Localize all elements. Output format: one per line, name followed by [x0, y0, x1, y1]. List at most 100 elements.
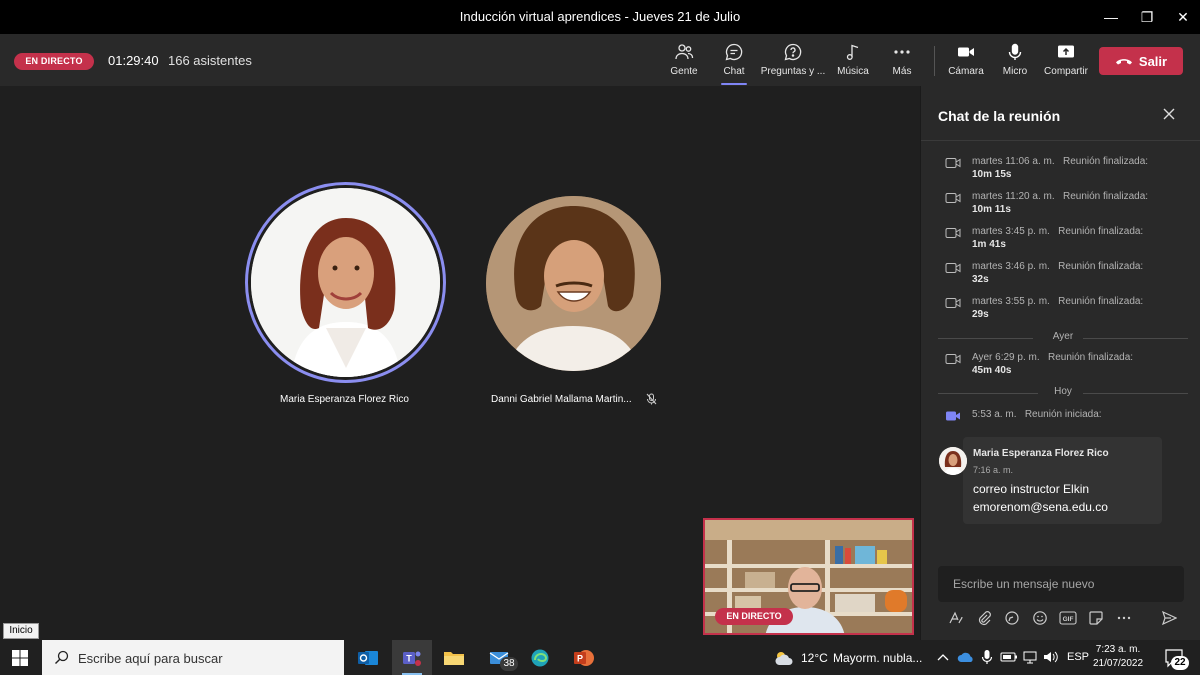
chat-label: Chat	[723, 66, 745, 77]
video-camera-icon	[945, 298, 961, 308]
chevron-up-icon[interactable]	[937, 652, 949, 662]
file-explorer-app[interactable]	[434, 640, 474, 675]
outlook-app[interactable]	[348, 640, 388, 675]
taskbar-search[interactable]: Escribe aquí para buscar	[42, 640, 344, 675]
qa-button[interactable]: Preguntas y ...	[760, 42, 826, 82]
event-label: Reunión iniciada:	[1024, 409, 1102, 420]
event-label: Reunión finalizada:	[1062, 156, 1149, 167]
event-label: Reunión finalizada:	[1058, 226, 1144, 237]
start-button[interactable]	[0, 640, 40, 675]
date-divider: Hoy	[938, 386, 1188, 400]
powerpoint-app[interactable]: P	[564, 640, 604, 675]
music-label: Música	[837, 66, 869, 77]
camera-button[interactable]: Cámara	[946, 42, 986, 82]
svg-text:T: T	[406, 653, 412, 663]
window-title: Inducción virtual aprendices - Jueves 21…	[459, 9, 741, 24]
event-duration: 10m 15s	[972, 169, 1012, 180]
music-note-icon	[846, 44, 859, 60]
woman-avatar-icon	[939, 447, 967, 475]
input-language[interactable]: ESP	[1067, 651, 1089, 663]
event-label: Reunión finalizada:	[1058, 296, 1144, 307]
chat-button[interactable]: Chat	[714, 42, 754, 85]
share-label: Compartir	[1044, 66, 1088, 77]
leave-button[interactable]: Salir	[1099, 47, 1183, 75]
windows-logo-icon	[12, 649, 28, 666]
video-camera-icon	[945, 354, 961, 364]
mail-app[interactable]: 38	[480, 640, 520, 675]
weather-temperature[interactable]: 12°C	[801, 651, 828, 665]
taskbar-clock[interactable]: 7:23 a. m. 21/07/2022	[1093, 643, 1143, 671]
qa-label: Preguntas y ...	[760, 66, 826, 77]
woman-portrait-icon	[251, 188, 440, 377]
camera-icon	[958, 47, 974, 57]
restore-button[interactable]: ❐	[1129, 0, 1165, 34]
mic-label: Micro	[1002, 66, 1028, 77]
microphone-icon	[1008, 43, 1022, 60]
edge-app[interactable]	[520, 640, 560, 675]
attach-icon[interactable]	[970, 608, 998, 628]
network-icon[interactable]	[1022, 650, 1038, 664]
window-titlebar: Inducción virtual aprendices - Jueves 21…	[0, 0, 1200, 34]
people-label: Gente	[670, 66, 698, 77]
more-dots-icon	[894, 50, 910, 54]
format-icon[interactable]	[942, 608, 970, 628]
toolbar-separator	[934, 46, 935, 76]
event-label: Reunión finalizada:	[1047, 352, 1134, 363]
mic-button[interactable]: Micro	[998, 42, 1032, 82]
music-button[interactable]: Música	[834, 42, 872, 82]
date-divider-label: Ayer	[1052, 331, 1074, 342]
chat-message[interactable]: Maria Esperanza Florez Rico 7:16 a. m. c…	[963, 437, 1162, 524]
participant-name: Danni Gabriel Mallama Martin...	[491, 394, 632, 405]
gif-icon[interactable]: GIF	[1054, 608, 1082, 628]
meeting-timer: 01:29:40	[108, 53, 159, 68]
event-label: Reunión finalizada:	[1062, 191, 1149, 202]
people-button[interactable]: Gente	[664, 42, 704, 82]
participant-avatar[interactable]	[251, 188, 440, 377]
teams-app[interactable]: T	[392, 640, 432, 675]
minimize-button[interactable]: —	[1093, 0, 1129, 34]
man-portrait-icon	[486, 196, 661, 371]
event-time: 5:53 a. m.	[972, 409, 1017, 420]
clock-date: 21/07/2022	[1093, 658, 1144, 669]
event-label: Reunión finalizada:	[1058, 261, 1144, 272]
event-time: martes 11:20 a. m.	[972, 191, 1055, 202]
close-window-button[interactable]: ✕	[1165, 0, 1200, 34]
send-icon[interactable]	[1161, 610, 1177, 626]
message-input[interactable]	[938, 566, 1184, 602]
onedrive-icon[interactable]	[957, 651, 975, 663]
self-live-badge: EN DIRECTO	[715, 608, 793, 625]
event-time: Ayer 6:29 p. m.	[972, 352, 1040, 363]
close-chat-icon[interactable]	[1161, 106, 1177, 122]
message-author: Maria Esperanza Florez Rico	[973, 448, 1109, 459]
battery-icon[interactable]	[1000, 652, 1018, 662]
chat-header-divider	[921, 140, 1200, 141]
weather-description[interactable]: Mayorm. nubla...	[833, 651, 922, 665]
teams-icon: T	[403, 651, 421, 666]
event-time: martes 3:45 p. m.	[972, 226, 1050, 237]
emoji-icon[interactable]	[1026, 608, 1054, 628]
loop-icon[interactable]	[998, 608, 1026, 628]
event-time: martes 11:06 a. m.	[972, 156, 1055, 167]
volume-icon[interactable]	[1042, 650, 1058, 664]
compose-box[interactable]	[938, 566, 1184, 602]
microphone-tray-icon[interactable]	[981, 649, 993, 665]
video-camera-icon	[945, 193, 961, 203]
powerpoint-icon: P	[574, 649, 594, 666]
edge-browser-icon	[531, 649, 549, 666]
chat-bubble-icon	[725, 43, 743, 61]
message-text: emorenom@sena.edu.co	[973, 500, 1108, 514]
participant-name: Maria Esperanza Florez Rico	[280, 394, 409, 405]
active-tab-indicator	[721, 83, 747, 85]
sticker-icon[interactable]	[1082, 608, 1110, 628]
outlook-icon	[358, 650, 378, 665]
date-divider-label: Hoy	[1054, 386, 1072, 397]
event-duration: 10m 11s	[972, 204, 1011, 215]
self-video-preview[interactable]: EN DIRECTO	[703, 518, 914, 635]
share-button[interactable]: Compartir	[1042, 42, 1090, 82]
date-divider: Ayer	[938, 331, 1188, 345]
folder-icon	[444, 651, 464, 665]
cloudy-weather-icon[interactable]	[773, 649, 795, 667]
more-button[interactable]: Más	[884, 42, 920, 82]
more-options-icon[interactable]	[1110, 608, 1138, 628]
participant-avatar[interactable]	[486, 196, 661, 371]
